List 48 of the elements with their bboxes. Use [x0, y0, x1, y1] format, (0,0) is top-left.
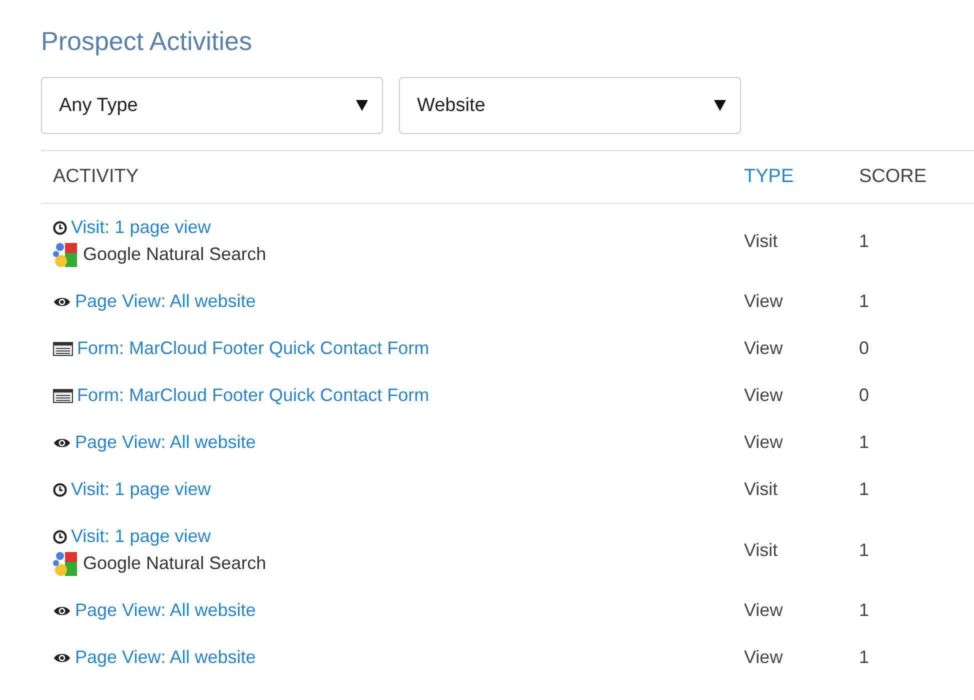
column-header[interactable]: TYPE	[744, 166, 859, 188]
activity-link[interactable]: Page View: All website	[75, 647, 256, 668]
column-header[interactable]: ACTIVITY	[41, 166, 744, 188]
activity-link[interactable]: Visit: 1 page view	[71, 526, 211, 547]
score-cell-text: 1	[859, 291, 870, 312]
filter-dropdown[interactable]: Website	[399, 77, 741, 134]
activity-link[interactable]: Page View: All website	[75, 291, 256, 312]
type-cell-text: Visit	[744, 230, 779, 252]
clock-icon	[53, 220, 67, 234]
score-cell-text: 0	[859, 385, 870, 406]
type-cell-text: View	[744, 338, 784, 359]
type-cell-text: Visit	[744, 540, 779, 560]
type-cell-text: View	[744, 600, 784, 621]
type-cell-text: View	[744, 385, 784, 406]
source-text: Google Natural Search	[83, 553, 266, 574]
search-engine-logo-icon	[53, 242, 79, 268]
activity-link[interactable]: Page View: All website	[75, 432, 256, 453]
clock-icon	[53, 482, 67, 496]
activity-link[interactable]: Form: MarCloud Footer Quick Contact Form	[77, 385, 430, 406]
eye-icon	[53, 652, 71, 664]
activity-link[interactable]: Visit: 1 page view	[71, 217, 211, 238]
source-text: Google Natural Search	[83, 244, 266, 265]
score-cell-text: 1	[859, 479, 870, 500]
search-engine-logo-icon	[53, 550, 79, 576]
score-cell-text: 1	[859, 540, 870, 560]
eye-icon	[53, 604, 71, 616]
column-header[interactable]: SCORE	[859, 166, 959, 188]
score-cell-text: 1	[859, 600, 870, 621]
caret-icon	[714, 100, 726, 111]
activity-link[interactable]: Form: MarCloud Footer Quick Contact Form	[77, 338, 430, 359]
score-cell-text: 0	[859, 338, 870, 359]
activity-link[interactable]: Page View: All website	[75, 600, 256, 621]
type-cell-text: Visit	[744, 479, 779, 500]
type-cell-text: View	[744, 432, 784, 453]
eye-icon	[53, 296, 71, 308]
section-title: Prospect Activities	[41, 26, 253, 58]
type-cell-text: View	[744, 647, 784, 668]
score-cell-text: 1	[859, 432, 870, 453]
form-icon	[53, 342, 73, 356]
eye-icon	[53, 436, 71, 448]
type-cell-text: View	[744, 291, 784, 312]
score-cell-text: 1	[859, 230, 870, 252]
filter-dropdown[interactable]: Any Type	[41, 77, 383, 134]
score-cell-text: 1	[859, 647, 870, 668]
form-icon	[53, 388, 73, 402]
activity-link[interactable]: Visit: 1 page view	[71, 479, 211, 500]
caret-icon	[356, 100, 368, 111]
clock-icon	[53, 530, 67, 544]
